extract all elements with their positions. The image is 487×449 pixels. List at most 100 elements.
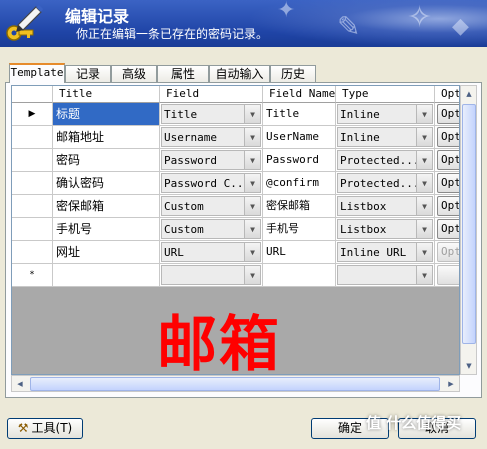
chevron-down-icon[interactable]: ▼	[244, 220, 260, 238]
table-row[interactable]: 密码 Password ▼ Password Protected... ▼ Opt	[12, 149, 459, 172]
scroll-left-icon[interactable]: ◀	[12, 376, 28, 392]
title-cell[interactable]: 网址	[53, 241, 160, 264]
column-header[interactable]: Type	[336, 86, 435, 103]
field-combobox[interactable]: Custom ▼	[161, 219, 261, 239]
table-row[interactable]: 网址 URL ▼ URL Inline URL ▼ Opt	[12, 241, 459, 264]
type-combobox[interactable]: Inline ▼	[337, 104, 433, 124]
column-header[interactable]: Field	[160, 86, 263, 103]
title-cell[interactable]: 密保邮箱	[53, 195, 160, 218]
type-combobox[interactable]: ▼	[337, 265, 433, 285]
vertical-scrollbar[interactable]: ▲ ▼	[460, 85, 477, 375]
field-name-cell[interactable]: 手机号	[263, 218, 336, 241]
field-cell[interactable]: Custom ▼	[160, 218, 263, 241]
field-combobox[interactable]: URL ▼	[161, 242, 261, 262]
field-name-cell[interactable]: @confirm	[263, 172, 336, 195]
chevron-down-icon[interactable]: ▼	[416, 174, 432, 192]
tools-button[interactable]: ⚒ 工具(T)	[7, 418, 83, 439]
field-cell[interactable]: Custom ▼	[160, 195, 263, 218]
title-cell[interactable]: 确认密码	[53, 172, 160, 195]
chevron-down-icon[interactable]: ▼	[416, 266, 432, 284]
field-combobox[interactable]: Custom ▼	[161, 196, 261, 216]
options-button[interactable]: Opt	[437, 196, 459, 216]
column-header[interactable]: Opt	[435, 86, 459, 103]
chevron-down-icon[interactable]: ▼	[244, 128, 260, 146]
scroll-down-icon[interactable]: ▼	[461, 358, 477, 374]
tab-advanced[interactable]: 高级	[111, 65, 157, 82]
field-cell[interactable]: Password ▼	[160, 149, 263, 172]
field-name-cell[interactable]: 密保邮箱	[263, 195, 336, 218]
row-header[interactable]	[12, 149, 53, 172]
options-button[interactable]: Opt	[437, 242, 459, 262]
type-combobox[interactable]: Listbox ▼	[337, 219, 433, 239]
chevron-down-icon[interactable]: ▼	[416, 220, 432, 238]
field-combobox[interactable]: Password C... ▼	[161, 173, 261, 193]
column-header[interactable]: Field Name	[263, 86, 336, 103]
title-cell[interactable]: 邮箱地址	[53, 126, 160, 149]
chevron-down-icon[interactable]: ▼	[416, 128, 432, 146]
field-name-cell[interactable]: UserName	[263, 126, 336, 149]
type-combobox[interactable]: Listbox ▼	[337, 196, 433, 216]
vertical-scroll-thumb[interactable]	[462, 104, 476, 344]
row-header[interactable]	[12, 218, 53, 241]
table-row[interactable]: 确认密码 Password C... ▼ @confirm Protected... ▼ O…	[12, 172, 459, 195]
chevron-down-icon[interactable]: ▼	[244, 105, 260, 123]
chevron-down-icon[interactable]: ▼	[416, 197, 432, 215]
options-button[interactable]: Opt	[437, 127, 459, 147]
field-cell[interactable]: Username ▼	[160, 126, 263, 149]
scroll-right-icon[interactable]: ▶	[443, 376, 459, 392]
field-cell[interactable]: Password C... ▼	[160, 172, 263, 195]
field-combobox[interactable]: ▼	[161, 265, 261, 285]
horizontal-scrollbar[interactable]: ◀ ▶	[11, 375, 460, 392]
type-cell[interactable]: Inline ▼	[336, 103, 435, 126]
field-name-cell[interactable]: Password	[263, 149, 336, 172]
row-header[interactable]	[12, 241, 53, 264]
field-combobox[interactable]: Password ▼	[161, 150, 261, 170]
tab-auto-type[interactable]: 自动输入	[209, 65, 270, 82]
table-row[interactable]: 密保邮箱 Custom ▼ 密保邮箱 Listbox ▼ Opt	[12, 195, 459, 218]
title-cell[interactable]: 手机号	[53, 218, 160, 241]
field-cell[interactable]: ▼	[160, 264, 263, 287]
title-cell[interactable]: 标题	[53, 103, 160, 126]
grid-new-row[interactable]: * ▼ ▼	[12, 264, 459, 287]
options-button[interactable]: Opt	[437, 173, 459, 193]
options-button[interactable]: Opt	[437, 150, 459, 170]
chevron-down-icon[interactable]: ▼	[244, 174, 260, 192]
row-header[interactable]	[12, 195, 53, 218]
field-cell[interactable]: Title ▼	[160, 103, 263, 126]
column-header[interactable]: Title	[53, 86, 160, 103]
table-row[interactable]: 手机号 Custom ▼ 手机号 Listbox ▼ Opt	[12, 218, 459, 241]
table-row[interactable]: 邮箱地址 Username ▼ UserName Inline ▼ Opt	[12, 126, 459, 149]
chevron-down-icon[interactable]: ▼	[244, 151, 260, 169]
title-cell[interactable]	[53, 264, 160, 287]
type-combobox[interactable]: Protected... ▼	[337, 173, 433, 193]
type-cell[interactable]: Protected... ▼	[336, 172, 435, 195]
type-cell[interactable]: ▼	[336, 264, 435, 287]
chevron-down-icon[interactable]: ▼	[244, 266, 260, 284]
type-combobox[interactable]: Inline ▼	[337, 127, 433, 147]
tab-properties[interactable]: 属性	[157, 65, 209, 82]
field-combobox[interactable]: Title ▼	[161, 104, 261, 124]
tab-template[interactable]: Template	[9, 63, 65, 83]
type-cell[interactable]: Listbox ▼	[336, 195, 435, 218]
column-header[interactable]	[12, 86, 53, 103]
options-button[interactable]: Opt	[437, 219, 459, 239]
tab-record[interactable]: 记录	[65, 65, 111, 82]
table-row[interactable]: ▶ 标题 Title ▼ Title Inline ▼ Opt	[12, 103, 459, 126]
chevron-down-icon[interactable]: ▼	[416, 243, 432, 261]
row-header[interactable]: ▶	[12, 103, 53, 126]
row-header[interactable]	[12, 126, 53, 149]
type-cell[interactable]: Protected... ▼	[336, 149, 435, 172]
scroll-up-icon[interactable]: ▲	[461, 86, 477, 102]
type-cell[interactable]: Inline URL ▼	[336, 241, 435, 264]
row-header[interactable]	[12, 172, 53, 195]
field-name-cell[interactable]: URL	[263, 241, 336, 264]
type-cell[interactable]: Inline ▼	[336, 126, 435, 149]
chevron-down-icon[interactable]: ▼	[244, 243, 260, 261]
field-name-cell[interactable]: Title	[263, 103, 336, 126]
field-cell[interactable]: URL ▼	[160, 241, 263, 264]
chevron-down-icon[interactable]: ▼	[244, 197, 260, 215]
title-cell[interactable]: 密码	[53, 149, 160, 172]
options-button[interactable]	[437, 265, 459, 285]
type-combobox[interactable]: Protected... ▼	[337, 150, 433, 170]
horizontal-scroll-thumb[interactable]	[30, 377, 440, 391]
